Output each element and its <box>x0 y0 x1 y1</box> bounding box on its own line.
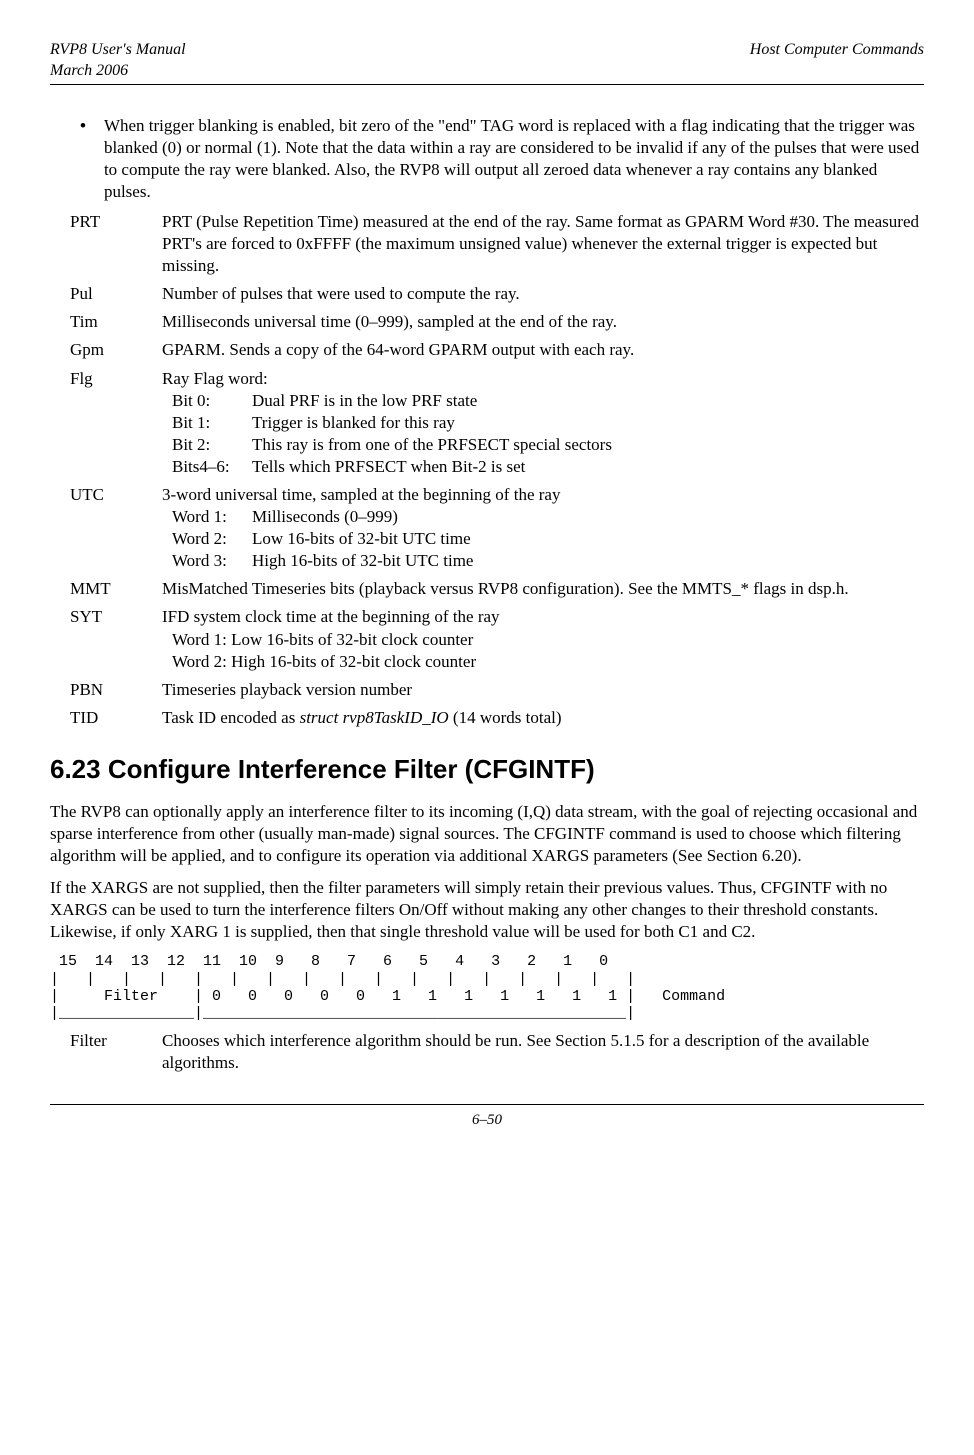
def-filter: Filter Chooses which interference algori… <box>70 1030 924 1074</box>
syt-word1: Word 1: Low 16-bits of 32-bit clock coun… <box>172 629 924 651</box>
def-mmt: MMT MisMatched Timeseries bits (playback… <box>70 578 924 600</box>
flg-intro: Ray Flag word: <box>162 368 924 390</box>
def-body: Chooses which interference algorithm sho… <box>162 1030 924 1074</box>
bullet-icon: • <box>80 115 104 203</box>
sub-text: This ray is from one of the PRFSECT spec… <box>252 434 924 456</box>
def-prt: PRT PRT (Pulse Repetition Time) measured… <box>70 211 924 277</box>
section-heading: 6.23 Configure Interference Filter (CFGI… <box>50 753 924 787</box>
def-body: PRT (Pulse Repetition Time) measured at … <box>162 211 924 277</box>
utc-word3: Word 3:High 16-bits of 32-bit UTC time <box>172 550 924 572</box>
manual-date: March 2006 <box>50 61 186 82</box>
def-body: GPARM. Sends a copy of the 64-word GPARM… <box>162 339 924 361</box>
def-body: IFD system clock time at the beginning o… <box>162 606 924 672</box>
bullet-text: When trigger blanking is enabled, bit ze… <box>104 115 924 203</box>
header-left: RVP8 User's Manual March 2006 <box>50 40 186 82</box>
sub-text: High 16-bits of 32-bit UTC time <box>252 550 924 572</box>
sub-text: Tells which PRFSECT when Bit-2 is set <box>252 456 924 478</box>
sub-label: Bit 2: <box>172 434 252 456</box>
manual-title: RVP8 User's Manual <box>50 40 186 61</box>
def-term: TID <box>70 707 162 729</box>
def-flg: Flg Ray Flag word: Bit 0:Dual PRF is in … <box>70 368 924 478</box>
def-syt: SYT IFD system clock time at the beginni… <box>70 606 924 672</box>
sub-label: Word 2: <box>172 528 252 550</box>
def-utc: UTC 3-word universal time, sampled at th… <box>70 484 924 572</box>
def-term: Tim <box>70 311 162 333</box>
utc-word2: Word 2:Low 16-bits of 32-bit UTC time <box>172 528 924 550</box>
syt-word2: Word 2: High 16-bits of 32-bit clock cou… <box>172 651 924 673</box>
sub-label: Bit 0: <box>172 390 252 412</box>
flg-bits46: Bits4–6:Tells which PRFSECT when Bit-2 i… <box>172 456 924 478</box>
def-body: 3-word universal time, sampled at the be… <box>162 484 924 572</box>
def-pul: Pul Number of pulses that were used to c… <box>70 283 924 305</box>
page-footer: 6–50 <box>50 1104 924 1131</box>
section-para-1: The RVP8 can optionally apply an interfe… <box>50 801 924 867</box>
def-term: Gpm <box>70 339 162 361</box>
sub-label: Bits4–6: <box>172 456 252 478</box>
sub-text: Dual PRF is in the low PRF state <box>252 390 924 412</box>
sub-text: Trigger is blanked for this ray <box>252 412 924 434</box>
def-term: Filter <box>70 1030 162 1074</box>
def-body: Task ID encoded as struct rvp8TaskID_IO … <box>162 707 924 729</box>
def-pbn: PBN Timeseries playback version number <box>70 679 924 701</box>
sub-label: Bit 1: <box>172 412 252 434</box>
tid-post: (14 words total) <box>449 708 562 727</box>
def-term: Pul <box>70 283 162 305</box>
page-header: RVP8 User's Manual March 2006 Host Compu… <box>50 40 924 85</box>
def-tid: TID Task ID encoded as struct rvp8TaskID… <box>70 707 924 729</box>
def-term: SYT <box>70 606 162 672</box>
bitfield-diagram: 15 14 13 12 11 10 9 8 7 6 5 4 3 2 1 0 | … <box>50 953 924 1022</box>
def-body: Milliseconds universal time (0–999), sam… <box>162 311 924 333</box>
sub-text: Low 16-bits of 32-bit UTC time <box>252 528 924 550</box>
tid-pre: Task ID encoded as <box>162 708 300 727</box>
section-para-2: If the XARGS are not supplied, then the … <box>50 877 924 943</box>
utc-intro: 3-word universal time, sampled at the be… <box>162 484 924 506</box>
sub-label: Word 3: <box>172 550 252 572</box>
flg-bit1: Bit 1:Trigger is blanked for this ray <box>172 412 924 434</box>
def-body: Ray Flag word: Bit 0:Dual PRF is in the … <box>162 368 924 478</box>
def-body: Number of pulses that were used to compu… <box>162 283 924 305</box>
def-tim: Tim Milliseconds universal time (0–999),… <box>70 311 924 333</box>
flg-bit0: Bit 0:Dual PRF is in the low PRF state <box>172 390 924 412</box>
header-right: Host Computer Commands <box>750 40 924 82</box>
def-term: PBN <box>70 679 162 701</box>
syt-intro: IFD system clock time at the beginning o… <box>162 606 924 628</box>
def-term: Flg <box>70 368 162 478</box>
def-term: MMT <box>70 578 162 600</box>
def-term: PRT <box>70 211 162 277</box>
sub-text: Milliseconds (0–999) <box>252 506 924 528</box>
def-body: MisMatched Timeseries bits (playback ver… <box>162 578 924 600</box>
def-body: Timeseries playback version number <box>162 679 924 701</box>
sub-label: Word 1: <box>172 506 252 528</box>
def-term: UTC <box>70 484 162 572</box>
tid-struct: struct rvp8TaskID_IO <box>300 708 449 727</box>
flg-bit2: Bit 2:This ray is from one of the PRFSEC… <box>172 434 924 456</box>
bullet-paragraph: • When trigger blanking is enabled, bit … <box>80 115 924 203</box>
def-gpm: Gpm GPARM. Sends a copy of the 64-word G… <box>70 339 924 361</box>
utc-word1: Word 1:Milliseconds (0–999) <box>172 506 924 528</box>
